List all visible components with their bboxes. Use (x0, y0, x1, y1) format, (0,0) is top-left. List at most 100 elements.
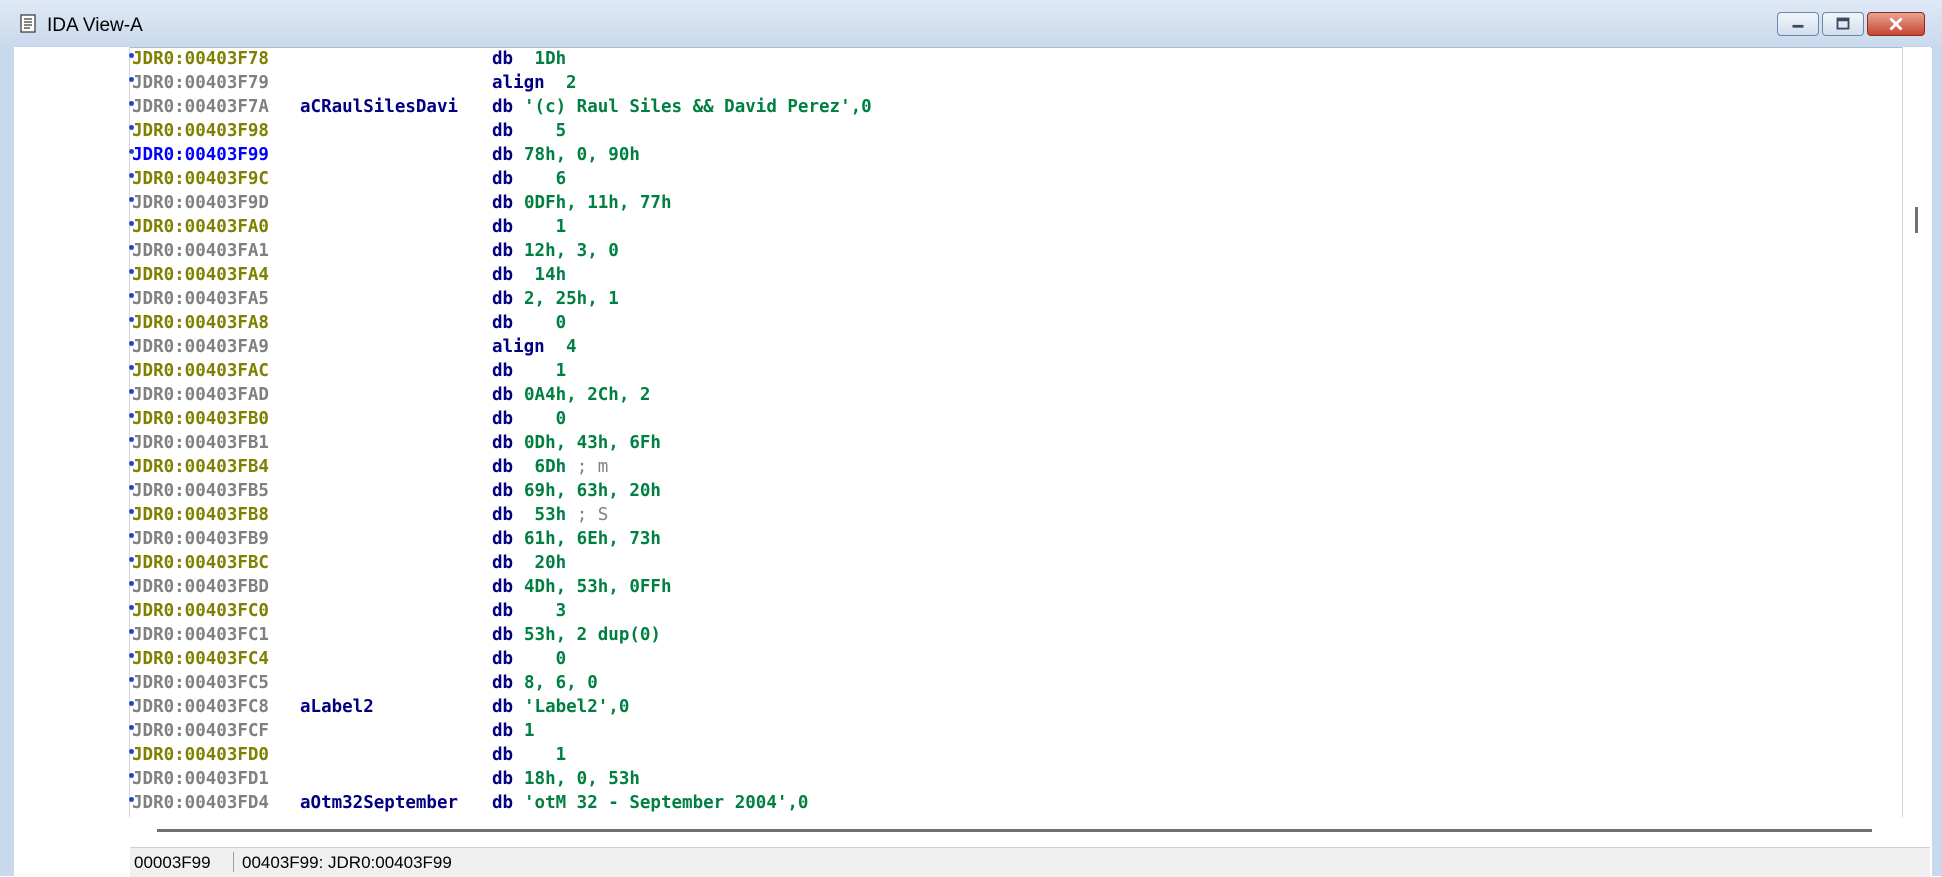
listing-row[interactable]: JDR0:00403F9D db 0DFh, 11h, 77h (130, 191, 1900, 215)
row-operands[interactable]: 20h (524, 551, 567, 575)
listing-row[interactable]: JDR0:00403FC1 db 53h, 2 dup(0) (130, 623, 1900, 647)
row-operands[interactable]: 18h, 0, 53h (524, 767, 640, 791)
row-address[interactable]: JDR0:00403FC8 (132, 695, 269, 719)
listing-row[interactable]: JDR0:00403FBC db 20h (130, 551, 1900, 575)
row-address[interactable]: JDR0:00403F78 (132, 47, 269, 71)
row-address[interactable]: JDR0:00403FA0 (132, 215, 269, 239)
minimize-button[interactable] (1777, 12, 1819, 36)
row-operands[interactable]: 78h, 0, 90h (524, 143, 640, 167)
listing-row[interactable]: JDR0:00403FA0 db 1 (130, 215, 1900, 239)
listing-row[interactable]: JDR0:00403FB8 db 53h ; S (130, 503, 1900, 527)
row-address[interactable]: JDR0:00403F99 (132, 143, 269, 167)
row-address[interactable]: JDR0:00403FC0 (132, 599, 269, 623)
listing-row[interactable]: JDR0:00403FA4 db 14h (130, 263, 1900, 287)
row-address[interactable]: JDR0:00403FB0 (132, 407, 269, 431)
row-address[interactable]: JDR0:00403F79 (132, 71, 269, 95)
listing-row[interactable]: JDR0:00403F7A aCRaulSilesDavi db '(c) Raul … (130, 95, 1900, 119)
row-address[interactable]: JDR0:00403FA5 (132, 287, 269, 311)
row-operands[interactable]: 4Dh, 53h, 0FFh (524, 575, 672, 599)
row-address[interactable]: JDR0:00403FB4 (132, 455, 269, 479)
row-address[interactable]: JDR0:00403FBC (132, 551, 269, 575)
row-operands[interactable]: 1Dh (524, 47, 567, 71)
row-operands[interactable]: 0A4h, 2Ch, 2 (524, 383, 650, 407)
listing-row[interactable]: JDR0:00403FA1 db 12h, 3, 0 (130, 239, 1900, 263)
horizontal-scroll-thumb[interactable] (157, 829, 1872, 832)
listing-row[interactable]: JDR0:00403F78 db 1Dh (130, 47, 1900, 71)
row-operands[interactable]: 61h, 6Eh, 73h (524, 527, 661, 551)
listing-row[interactable]: JDR0:00403FA5 db 2, 25h, 1 (130, 287, 1900, 311)
row-operands[interactable]: 0 (524, 647, 567, 671)
row-operands[interactable]: 4 (566, 335, 577, 359)
row-operands[interactable]: 0 (524, 407, 567, 431)
row-operands[interactable]: 6Dh ; m (524, 455, 609, 479)
row-label[interactable]: aOtm32September (300, 791, 458, 815)
row-address[interactable]: JDR0:00403FD4 (132, 791, 269, 815)
row-address[interactable]: JDR0:00403FB8 (132, 503, 269, 527)
row-label[interactable]: aLabel2 (300, 695, 374, 719)
row-address[interactable]: JDR0:00403FBD (132, 575, 269, 599)
row-address[interactable]: JDR0:00403F98 (132, 119, 269, 143)
row-label[interactable]: aCRaulSilesDavi (300, 95, 458, 119)
row-operands[interactable]: 'otM 32 - September 2004',0 (524, 791, 808, 815)
row-operands[interactable]: 1 (524, 359, 567, 383)
row-address[interactable]: JDR0:00403FA1 (132, 239, 269, 263)
listing-row[interactable]: JDR0:00403FCF db 1 (130, 719, 1900, 743)
row-address[interactable]: JDR0:00403F7A (132, 95, 269, 119)
row-operands[interactable]: 53h, 2 dup(0) (524, 623, 661, 647)
vertical-scroll-thumb[interactable] (1915, 207, 1918, 233)
row-operands[interactable]: 69h, 63h, 20h (524, 479, 661, 503)
listing-row[interactable]: JDR0:00403FD4 aOtm32September db 'otM 32 - … (130, 791, 1900, 815)
listing-row[interactable]: JDR0:00403FD0 db 1 (130, 743, 1900, 767)
horizontal-scrollbar[interactable] (130, 817, 1902, 847)
row-address[interactable]: JDR0:00403F9C (132, 167, 269, 191)
listing-row[interactable]: JDR0:00403FD1 db 18h, 0, 53h (130, 767, 1900, 791)
row-operands[interactable]: 0Dh, 43h, 6Fh (524, 431, 661, 455)
listing-row[interactable]: JDR0:00403FC5 db 8, 6, 0 (130, 671, 1900, 695)
row-operands[interactable]: 'Label2',0 (524, 695, 629, 719)
row-operands[interactable]: 6 (524, 167, 567, 191)
row-operands[interactable]: 8, 6, 0 (524, 671, 598, 695)
arrows-margin[interactable] (14, 47, 134, 817)
row-address[interactable]: JDR0:00403FC4 (132, 647, 269, 671)
row-operands[interactable]: 0DFh, 11h, 77h (524, 191, 672, 215)
listing-row[interactable]: JDR0:00403FC4 db 0 (130, 647, 1900, 671)
listing-row[interactable]: JDR0:00403F79 align 2 (130, 71, 1900, 95)
listing-row[interactable]: JDR0:00403F9C db 6 (130, 167, 1900, 191)
row-address[interactable]: JDR0:00403FB9 (132, 527, 269, 551)
row-operands[interactable]: 2 (566, 71, 577, 95)
window-titlebar[interactable]: IDA View-A (0, 0, 1942, 48)
row-address[interactable]: JDR0:00403FB5 (132, 479, 269, 503)
listing-row[interactable]: JDR0:00403FBD db 4Dh, 53h, 0FFh (130, 575, 1900, 599)
row-operands[interactable]: 3 (524, 599, 567, 623)
listing-row[interactable]: JDR0:00403FA9 align 4 (130, 335, 1900, 359)
listing-row[interactable]: JDR0:00403F98 db 5 (130, 119, 1900, 143)
row-operands[interactable]: 12h, 3, 0 (524, 239, 619, 263)
row-address[interactable]: JDR0:00403FB1 (132, 431, 269, 455)
row-operands[interactable]: 1 (524, 743, 567, 767)
listing-row[interactable]: JDR0:00403FAC db 1 (130, 359, 1900, 383)
row-address[interactable]: JDR0:00403FA8 (132, 311, 269, 335)
listing-row[interactable]: JDR0:00403FB5 db 69h, 63h, 20h (130, 479, 1900, 503)
listing-row[interactable]: JDR0:00403FC0 db 3 (130, 599, 1900, 623)
row-operands[interactable]: 1 (524, 719, 535, 743)
row-operands[interactable]: 2, 25h, 1 (524, 287, 619, 311)
row-address[interactable]: JDR0:00403FA4 (132, 263, 269, 287)
close-button[interactable] (1867, 12, 1925, 36)
listing-row[interactable]: JDR0:00403FB4 db 6Dh ; m (130, 455, 1900, 479)
row-operands[interactable]: 1 (524, 215, 567, 239)
row-address[interactable]: JDR0:00403F9D (132, 191, 269, 215)
row-address[interactable]: JDR0:00403FD1 (132, 767, 269, 791)
vertical-scrollbar[interactable] (1902, 47, 1931, 817)
row-address[interactable]: JDR0:00403FD0 (132, 743, 269, 767)
listing-row[interactable]: JDR0:00403FB1 db 0Dh, 43h, 6Fh (130, 431, 1900, 455)
restore-button[interactable] (1822, 12, 1864, 36)
row-address[interactable]: JDR0:00403FA9 (132, 335, 269, 359)
listing-row[interactable]: JDR0:00403F99 db 78h, 0, 90h (130, 143, 1900, 167)
row-address[interactable]: JDR0:00403FC1 (132, 623, 269, 647)
listing-row[interactable]: JDR0:00403FC8 aLabel2 db 'Label2',0 (130, 695, 1900, 719)
row-operands[interactable]: 0 (524, 311, 567, 335)
row-operands[interactable]: 5 (524, 119, 567, 143)
row-address[interactable]: JDR0:00403FAC (132, 359, 269, 383)
row-operands[interactable]: '(c) Raul Siles && David Perez',0 (524, 95, 872, 119)
row-address[interactable]: JDR0:00403FC5 (132, 671, 269, 695)
